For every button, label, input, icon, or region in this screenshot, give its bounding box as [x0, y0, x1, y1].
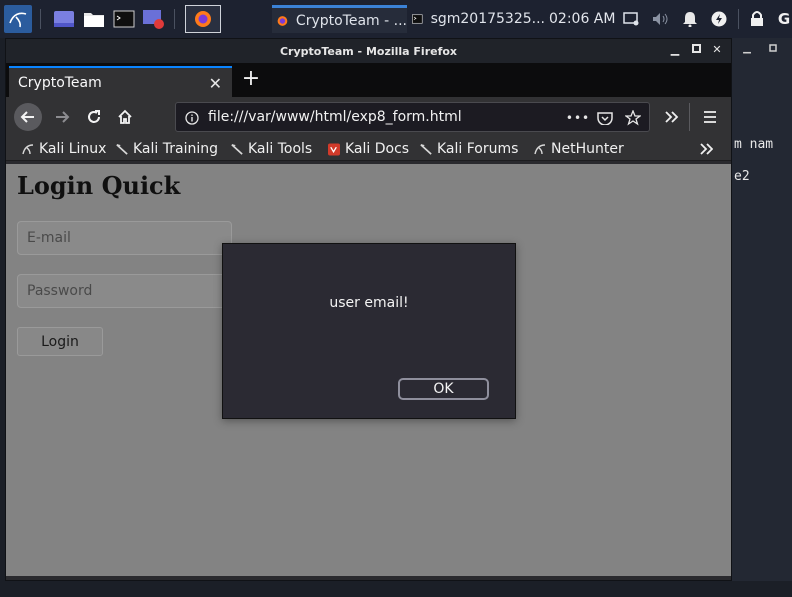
new-tab-icon[interactable]: +: [240, 68, 262, 90]
volume-icon[interactable]: [652, 11, 668, 27]
notifications-bell-icon[interactable]: [682, 11, 698, 27]
top-panel: CryptoTeam - ... sgm20175325... 02:06 AM…: [0, 0, 792, 38]
tab-title: CryptoTeam: [18, 74, 102, 91]
terminal-icon: [412, 14, 423, 24]
bookmark-star-icon[interactable]: [625, 110, 641, 126]
forward-button[interactable]: [48, 103, 76, 131]
terminal-line: m nam: [734, 137, 774, 152]
firefox-launcher-icon[interactable]: [185, 5, 221, 33]
terminal-maximize-icon[interactable]: [768, 44, 778, 54]
home-button[interactable]: [111, 103, 139, 131]
screen-cast-icon[interactable]: [623, 11, 639, 27]
bookmark-label: NetHunter: [551, 141, 624, 157]
bookmark-label: Kali Training: [133, 141, 218, 157]
bookmark-label: Kali Tools: [248, 141, 313, 157]
terminal-minimize-icon[interactable]: ▁: [742, 44, 752, 54]
bookmark-kali-docs[interactable]: Kali Docs: [328, 139, 409, 159]
taskbar-terminal-title: sgm20175325...: [430, 11, 545, 27]
desktop-bottom: [0, 581, 792, 597]
bookmarks-overflow-button[interactable]: [699, 139, 713, 159]
page-content: Login Quick E-mail Password Login user e…: [6, 164, 731, 576]
reload-button[interactable]: [80, 103, 108, 131]
edge-letter: G: [777, 10, 791, 28]
minimize-icon[interactable]: ▁: [669, 44, 681, 56]
bookmark-kali-training[interactable]: Kali Training: [116, 139, 218, 159]
kali-docs-icon: [328, 143, 340, 155]
back-button[interactable]: [14, 103, 42, 131]
navigation-toolbar: file:///var/www/html/exp8_form.html •••: [6, 97, 731, 137]
password-field[interactable]: Password: [17, 274, 232, 308]
close-window-icon[interactable]: ✕: [711, 44, 723, 56]
background-terminal-window[interactable]: ▁ m nam e2: [732, 38, 792, 597]
ok-button[interactable]: OK: [398, 378, 489, 400]
home-icon: [118, 109, 132, 124]
bookmark-label: Kali Forums: [437, 141, 519, 157]
alert-message: user email!: [329, 295, 409, 311]
forward-arrow-icon: [56, 111, 70, 123]
bookmark-kali-linux[interactable]: Kali Linux: [22, 139, 106, 159]
taskbar-terminal-window[interactable]: sgm20175325...: [410, 5, 545, 33]
firefox-icon: [277, 15, 288, 26]
kali-dragon-icon: [534, 143, 546, 155]
taskbar-firefox-title: CryptoTeam - ...: [295, 12, 407, 29]
email-placeholder: E-mail: [27, 230, 71, 246]
lock-screen-icon[interactable]: [749, 11, 765, 27]
panel-separator: [40, 9, 41, 29]
kali-dragon-icon: [420, 143, 432, 155]
tab-cryptoteam[interactable]: CryptoTeam ✕: [9, 66, 232, 97]
taskbar-firefox-window[interactable]: CryptoTeam - ...: [272, 5, 407, 33]
kali-dragon-icon: [231, 143, 243, 155]
show-desktop-icon[interactable]: [52, 5, 76, 33]
kali-dragon-icon: [22, 143, 34, 155]
window-titlebar[interactable]: CryptoTeam - Mozilla Firefox ▁ ✕: [6, 39, 731, 63]
bookmark-kali-forums[interactable]: Kali Forums: [420, 139, 518, 159]
password-placeholder: Password: [27, 283, 93, 299]
double-chevron-icon: [700, 143, 713, 155]
email-field[interactable]: E-mail: [17, 221, 232, 255]
reload-icon: [88, 110, 100, 123]
maximize-icon[interactable]: [690, 44, 702, 56]
double-chevron-icon: [665, 111, 679, 123]
back-arrow-icon: [20, 111, 34, 123]
screen-recorder-icon[interactable]: [142, 5, 166, 33]
url-text: file:///var/www/html/exp8_form.html: [208, 109, 462, 125]
kali-menu-icon[interactable]: [4, 5, 32, 33]
bookmarks-toolbar: Kali Linux Kali Training Kali Tools Kali…: [6, 137, 731, 161]
login-button[interactable]: Login: [17, 327, 103, 356]
alert-dialog: user email! OK: [222, 243, 516, 419]
firefox-window: CryptoTeam - Mozilla Firefox ▁ ✕ CryptoT…: [5, 38, 732, 581]
pocket-icon[interactable]: [597, 110, 613, 126]
toolbar-separator: [689, 103, 690, 131]
network-icon[interactable]: [711, 11, 727, 27]
hamburger-menu-button[interactable]: [696, 103, 724, 131]
file-manager-icon[interactable]: [82, 5, 106, 33]
window-title: CryptoTeam - Mozilla Firefox: [279, 44, 458, 58]
bookmark-label: Kali Linux: [39, 141, 107, 157]
panel-separator: [738, 9, 739, 29]
bookmark-label: Kali Docs: [345, 141, 410, 157]
page-actions-icon[interactable]: •••: [566, 110, 589, 126]
tab-bar: CryptoTeam ✕ +: [6, 63, 731, 97]
site-info-icon[interactable]: [184, 110, 200, 126]
close-tab-icon[interactable]: ✕: [209, 74, 222, 93]
hamburger-icon: [704, 111, 716, 123]
terminal-line: e2: [734, 169, 750, 184]
bookmark-nethunter[interactable]: NetHunter: [534, 139, 624, 159]
kali-dragon-icon: [116, 143, 128, 155]
overflow-menu-button[interactable]: [657, 103, 685, 131]
panel-separator: [174, 9, 175, 29]
url-bar[interactable]: file:///var/www/html/exp8_form.html •••: [175, 102, 650, 132]
page-heading: Login Quick: [17, 171, 181, 200]
terminal-launcher-icon[interactable]: [112, 5, 136, 33]
panel-clock[interactable]: 02:06 AM: [549, 11, 615, 27]
bookmark-kali-tools[interactable]: Kali Tools: [231, 139, 312, 159]
